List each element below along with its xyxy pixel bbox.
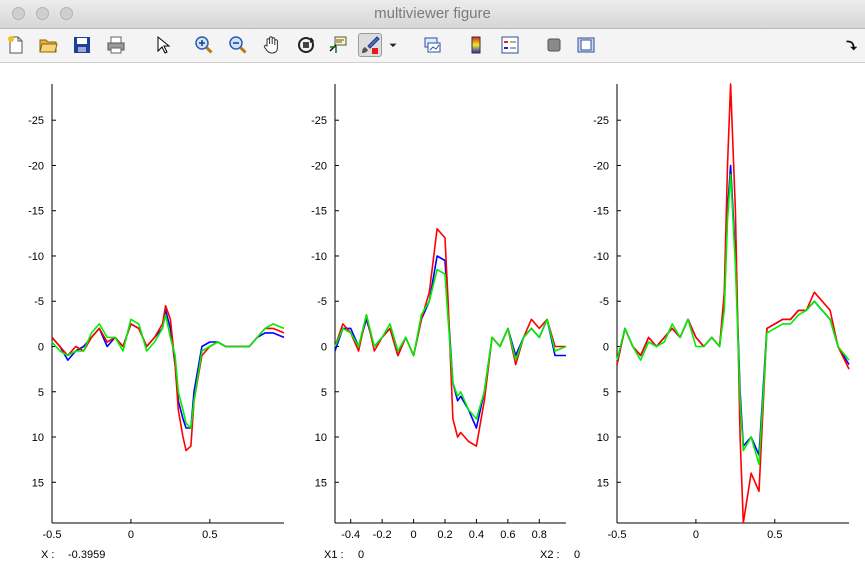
x-tick-label: -0.4	[341, 529, 360, 541]
plots-svg: -25 -20 -15 -10 -5 0 5 10 15 -0.5 0 0.5 -25 -20 -15 -10…	[28, 83, 850, 541]
select-pointer-button[interactable]	[150, 33, 174, 57]
y-tick-label: -20	[28, 160, 44, 172]
x-tick-label: 0	[128, 529, 134, 541]
y-tick-label: 5	[321, 387, 327, 399]
series-line-3	[616, 173, 850, 466]
dock-figure-button[interactable]	[842, 33, 860, 57]
y-tick-label: -5	[317, 296, 327, 308]
data-cursor-icon	[329, 36, 347, 53]
rotate-3d-button[interactable]	[294, 33, 318, 57]
y-tick-label: 0	[38, 341, 44, 353]
save-icon	[74, 37, 90, 53]
y-tick-label: 15	[597, 477, 609, 489]
pan-hand-icon	[263, 36, 278, 54]
y-tick-label: 5	[38, 387, 44, 399]
y-tick-label: -10	[593, 251, 609, 263]
x-readout-label: X :	[41, 549, 55, 561]
y-tick-label: -15	[311, 206, 327, 218]
y-tick-label: 0	[603, 341, 609, 353]
x-tick-label: -0.2	[373, 529, 392, 541]
show-plot-tools-icon	[577, 37, 595, 53]
series-line-3	[334, 268, 567, 420]
brush-icon	[362, 36, 380, 54]
data-cursor-button[interactable]	[326, 33, 350, 57]
y-tick-label: -10	[311, 251, 327, 263]
x-tick-label: -0.5	[608, 529, 627, 541]
series-line-3	[51, 314, 285, 429]
y-tick-label: 0	[321, 341, 327, 353]
x-tick-label: 0.4	[469, 529, 484, 541]
title-bar: multiviewer figure	[0, 0, 865, 29]
y-tick-label: -10	[28, 251, 44, 263]
x2-readout-label: X2 :	[540, 549, 560, 561]
y-tick-label: -20	[593, 160, 609, 172]
rotate-3d-icon	[298, 37, 315, 53]
pan-button[interactable]	[260, 33, 284, 57]
y-tick-label: -25	[311, 115, 327, 127]
y-tick-label: 15	[32, 477, 44, 489]
figure-canvas: -25 -20 -15 -10 -5 0 5 10 15 -0.5 0 0.5 -25 -20 -15 -10…	[0, 63, 865, 564]
open-file-icon	[39, 39, 58, 53]
y-tick-label: 15	[315, 477, 327, 489]
x-tick-label: -0.5	[43, 529, 62, 541]
zoom-out-button[interactable]	[226, 33, 250, 57]
y-tick-label: -15	[593, 206, 609, 218]
brush-dropdown-button[interactable]	[386, 33, 400, 57]
zoom-in-icon	[195, 36, 213, 54]
x-tick-label: 0	[411, 529, 417, 541]
print-button[interactable]	[104, 33, 128, 57]
y-tick-label: 10	[315, 432, 327, 444]
x-readout-value: -0.3959	[68, 549, 106, 561]
new-figure-icon	[8, 36, 23, 54]
window-title: multiviewer figure	[374, 5, 491, 22]
hide-plot-tools-button[interactable]	[542, 33, 566, 57]
x1-readout-value: 0	[358, 549, 365, 561]
link-plot-icon	[424, 37, 441, 53]
x2-readout-value: 0	[574, 549, 581, 561]
save-button[interactable]	[70, 33, 94, 57]
figure-toolbar	[0, 29, 865, 63]
colorbar-icon	[471, 36, 481, 54]
y-tick-label: -25	[593, 115, 609, 127]
dropdown-arrow-icon	[389, 43, 397, 48]
dock-arrow-icon	[846, 40, 858, 51]
y-tick-label: 10	[32, 432, 44, 444]
y-tick-label: 5	[603, 387, 609, 399]
x-tick-label: 0.6	[500, 529, 515, 541]
x-tick-label: 0	[693, 529, 699, 541]
brush-button[interactable]	[358, 33, 382, 57]
print-icon	[107, 36, 125, 54]
new-figure-button[interactable]	[4, 33, 28, 57]
y-tick-label: 10	[597, 432, 609, 444]
zoom-out-icon	[229, 36, 247, 54]
y-tick-label: -15	[28, 206, 44, 218]
link-plot-button[interactable]	[420, 33, 444, 57]
x1-readout-label: X1 :	[324, 549, 344, 561]
open-file-button[interactable]	[36, 33, 60, 57]
x-tick-label: 0.5	[202, 529, 217, 541]
x-tick-label: 0.5	[767, 529, 782, 541]
insert-colorbar-button[interactable]	[464, 33, 488, 57]
y-tick-label: -5	[599, 296, 609, 308]
insert-legend-button[interactable]	[498, 33, 522, 57]
series-line-2	[616, 83, 850, 524]
y-tick-label: -20	[311, 160, 327, 172]
legend-icon	[501, 36, 519, 54]
x-tick-label: 0.8	[532, 529, 547, 541]
pointer-icon	[157, 35, 171, 54]
show-plot-tools-button[interactable]	[574, 33, 598, 57]
y-tick-label: -25	[28, 115, 44, 127]
hide-plot-tools-icon	[547, 38, 561, 52]
y-tick-label: -5	[34, 296, 44, 308]
zoom-in-button[interactable]	[192, 33, 216, 57]
x-tick-label: 0.2	[437, 529, 452, 541]
